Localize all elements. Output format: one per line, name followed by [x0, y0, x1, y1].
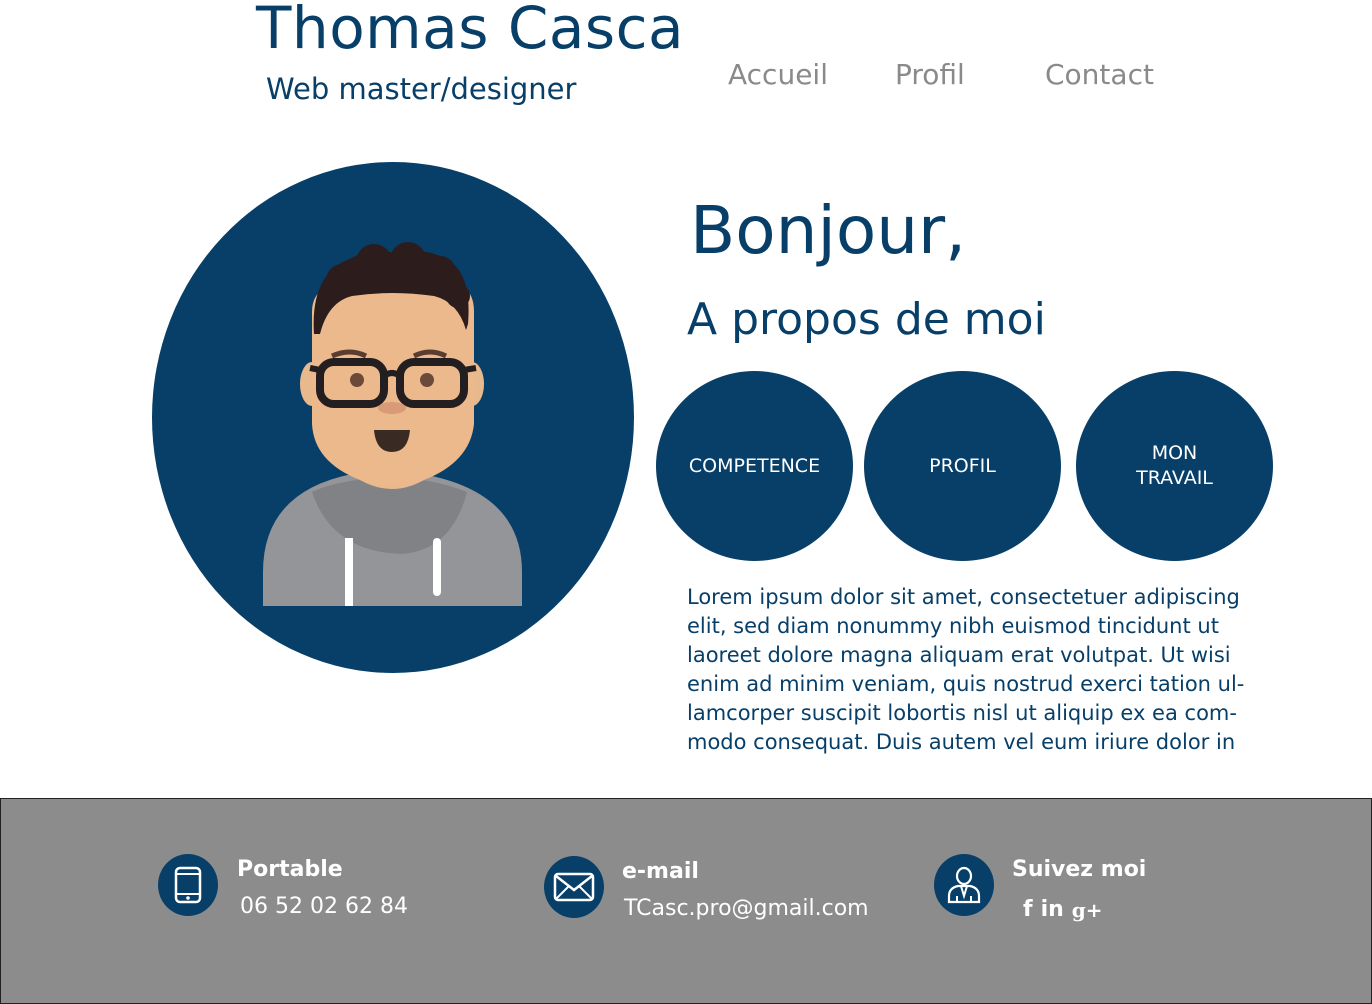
profil-button[interactable]: PROFIL [864, 371, 1061, 561]
facebook-icon[interactable]: f [1023, 899, 1033, 921]
phone-value[interactable]: 06 52 02 62 84 [240, 894, 408, 919]
site-name: Thomas Casca [256, 0, 685, 62]
linkedin-icon[interactable]: in [1041, 899, 1064, 921]
nav-accueil[interactable]: Accueil [728, 58, 828, 91]
hero-greeting: Bonjour, [690, 192, 967, 269]
page: Thomas Casca Web master/designer Accueil… [0, 0, 1372, 1004]
avatar-illustration [263, 242, 522, 606]
avatar [152, 162, 634, 673]
phone-label: Portable [237, 857, 343, 882]
social-label: Suivez moi [1012, 857, 1147, 882]
mon-travail-button[interactable]: MON TRAVAIL [1076, 371, 1273, 561]
footer: Portable 06 52 02 62 84 e-mail TCasc.pro… [0, 798, 1372, 1004]
about-text: Lorem ipsum dolor sit amet, consectetuer… [687, 585, 1245, 754]
person-icon [934, 854, 994, 916]
email-value[interactable]: TCasc.pro@gmail.com [624, 896, 869, 921]
googleplus-icon[interactable]: g+ [1072, 900, 1103, 920]
competence-button[interactable]: COMPETENCE [656, 371, 853, 561]
mail-icon [544, 856, 604, 918]
social-icons: f in g+ [1023, 899, 1103, 921]
phone-icon [158, 854, 218, 916]
email-label: e-mail [622, 859, 699, 884]
nav-profil[interactable]: Profil [895, 58, 965, 91]
site-role: Web master/designer [266, 72, 577, 106]
hero-subtitle: A propos de moi [687, 294, 1046, 345]
nav-contact[interactable]: Contact [1045, 58, 1154, 91]
